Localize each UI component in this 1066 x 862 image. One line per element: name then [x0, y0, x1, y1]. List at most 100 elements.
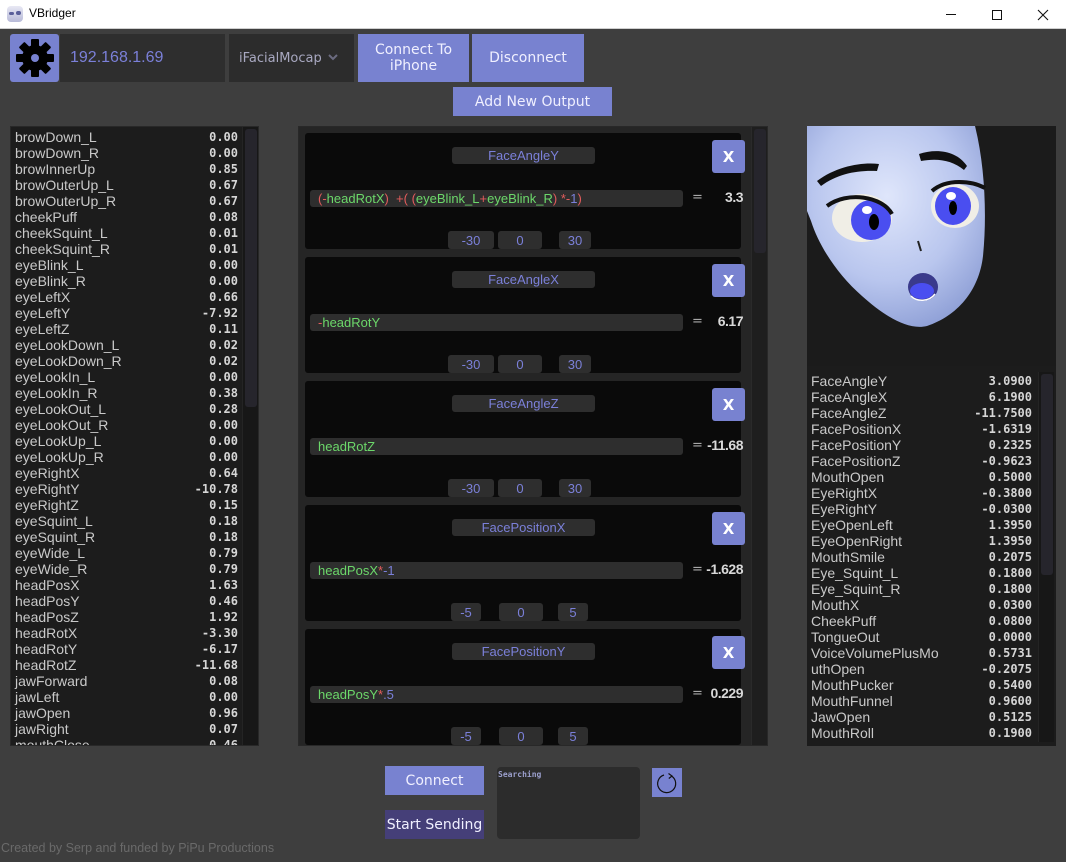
maximize-button[interactable] — [974, 0, 1020, 29]
param-row: JawOpen 0.5125 — [807, 709, 1056, 725]
param-value: 0.11 — [209, 322, 238, 336]
param-value: 0.5400 — [988, 678, 1032, 692]
formula-result: 3.3 — [725, 189, 743, 205]
delete-output-button[interactable]: X — [712, 636, 745, 669]
settings-button[interactable] — [10, 34, 59, 82]
close-button[interactable] — [1020, 0, 1066, 29]
outputs-scroll-thumb[interactable] — [754, 129, 766, 253]
add-new-output-button[interactable]: Add New Output — [453, 87, 612, 116]
param-name: FacePositionX — [811, 421, 902, 437]
status-log: Searching — [497, 767, 640, 839]
disconnect-button[interactable]: Disconnect — [472, 34, 584, 82]
param-row: headPosY 0.46 — [11, 593, 258, 609]
param-value: 0.02 — [209, 338, 238, 352]
formula-token-num: 1 — [570, 191, 578, 206]
minimize-button[interactable] — [928, 0, 974, 29]
param-name: browDown_L — [15, 129, 97, 145]
param-name: EyeOpenLeft — [811, 517, 893, 533]
formula-input[interactable]: headRotZ — [310, 438, 683, 455]
param-name: eyeRightX — [15, 465, 80, 481]
minimize-icon — [946, 14, 956, 15]
param-value: 0.0000 — [988, 630, 1032, 644]
range-min-input[interactable]: -5 — [451, 603, 481, 621]
refresh-button[interactable] — [652, 768, 682, 797]
connect-button[interactable]: Connect — [385, 766, 484, 795]
output-name-input[interactable]: FaceAngleZ — [452, 395, 595, 412]
formula-result: 6.17 — [717, 313, 744, 329]
output-card: FaceAngleX X - headRotY = 6.17 -30 0 30 — [305, 257, 745, 373]
param-value: 0.1800 — [988, 566, 1032, 580]
param-value: 0.01 — [209, 226, 238, 240]
delete-output-button[interactable]: X — [712, 264, 745, 297]
formula-result: -11.68 — [707, 437, 743, 453]
param-value: 3.0900 — [988, 374, 1032, 388]
param-name: FaceAngleZ — [811, 405, 887, 421]
formula-input[interactable]: (- headRotX) +( (eyeBlink_L + eyeBlink_R) *… — [310, 190, 683, 207]
param-value: 0.00 — [209, 130, 238, 144]
param-row: EyeRightX -0.3800 — [807, 485, 1056, 501]
param-value: 0.79 — [209, 546, 238, 560]
range-default-input[interactable]: 0 — [498, 479, 542, 497]
output-name-input[interactable]: FaceAngleY — [452, 147, 595, 164]
start-sending-button[interactable]: Start Sending — [385, 810, 484, 839]
param-name: eyeBlink_L — [15, 257, 84, 273]
output-params-rows: FaceAngleY 3.0900 FaceAngleX 6.1900 FaceAngl… — [807, 373, 1056, 741]
formula-input[interactable]: headPosX * -1 — [310, 562, 683, 579]
param-row: MouthSmile 0.2075 — [807, 549, 1056, 565]
range-max-input[interactable]: 30 — [559, 231, 591, 249]
outputs-list: FaceAngleY X (- headRotX) +( (eyeBlink_L + ey… — [298, 126, 768, 746]
param-name: eyeRightY — [15, 481, 80, 497]
range-max-input[interactable]: 30 — [559, 479, 591, 497]
param-name: MouthX — [811, 597, 860, 613]
formula-input[interactable]: headPosY * .5 — [310, 686, 683, 703]
output-card: FaceAngleZ XheadRotZ = -11.68 -30 0 30 — [305, 381, 745, 497]
param-value: 1.3950 — [988, 518, 1032, 532]
param-row: eyeLookIn_R 0.38 — [11, 385, 258, 401]
param-row: eyeRightZ 0.15 — [11, 497, 258, 513]
output-params-scroll-thumb[interactable] — [1041, 374, 1053, 575]
param-value: 0.46 — [209, 594, 238, 608]
range-min-input[interactable]: -30 — [448, 231, 494, 249]
param-value: -0.3800 — [981, 486, 1032, 500]
delete-output-button[interactable]: X — [712, 388, 745, 421]
param-row: eyeLookDown_L 0.02 — [11, 337, 258, 353]
range-max-input[interactable]: 30 — [559, 355, 591, 373]
output-name-input[interactable]: FacePositionY — [452, 643, 595, 660]
param-name: FaceAngleY — [811, 373, 888, 389]
source-dropdown[interactable]: iFacialMocap — [229, 34, 354, 82]
input-params-rows: browDown_L 0.00 browDown_R 0.00 browInnerUp 0… — [11, 127, 258, 746]
range-min-input[interactable]: -30 — [448, 355, 494, 373]
param-name: eyeLookIn_R — [15, 385, 98, 401]
ip-address-input[interactable]: 192.168.1.69 — [60, 34, 225, 82]
delete-output-button[interactable]: X — [712, 512, 745, 545]
range-default-input[interactable]: 0 — [499, 727, 543, 745]
delete-output-button[interactable]: X — [712, 140, 745, 173]
output-card: FaceAngleY X (- headRotX) +( (eyeBlink_L + ey… — [305, 133, 745, 249]
param-row: eyeSquint_L 0.18 — [11, 513, 258, 529]
output-params-scrollbar[interactable] — [1038, 372, 1054, 742]
param-value: 1.3950 — [988, 534, 1032, 548]
output-name-input[interactable]: FaceAngleX — [452, 271, 595, 288]
connect-to-iphone-button[interactable]: Connect To iPhone — [358, 34, 469, 82]
range-max-input[interactable]: 5 — [558, 727, 588, 745]
range-min-input[interactable]: -30 — [448, 479, 494, 497]
range-min-input[interactable]: -5 — [451, 727, 481, 745]
formula-input[interactable]: - headRotY — [310, 314, 683, 331]
range-default-input[interactable]: 0 — [499, 603, 543, 621]
formula-token-op: ) +( ( — [384, 191, 416, 206]
param-value: 0.15 — [209, 498, 238, 512]
range-default-input[interactable]: 0 — [498, 355, 542, 373]
preview-panel: FaceAngleY 3.0900 FaceAngleX 6.1900 FaceAngl… — [807, 126, 1056, 746]
outputs-scrollbar[interactable] — [751, 127, 767, 745]
range-default-input[interactable]: 0 — [498, 231, 542, 249]
param-name: mouthClose — [15, 737, 90, 746]
param-row: MouthX 0.0300 — [807, 597, 1056, 613]
range-max-input[interactable]: 5 — [558, 603, 588, 621]
input-params-scroll-thumb[interactable] — [245, 129, 257, 407]
param-value: 0.96 — [209, 706, 238, 720]
param-row: eyeBlink_R 0.00 — [11, 273, 258, 289]
input-params-scrollbar[interactable] — [242, 127, 258, 745]
param-row: FaceAngleY 3.0900 — [807, 373, 1056, 389]
output-name-input[interactable]: FacePositionX — [452, 519, 595, 536]
param-name: cheekSquint_R — [15, 241, 110, 257]
